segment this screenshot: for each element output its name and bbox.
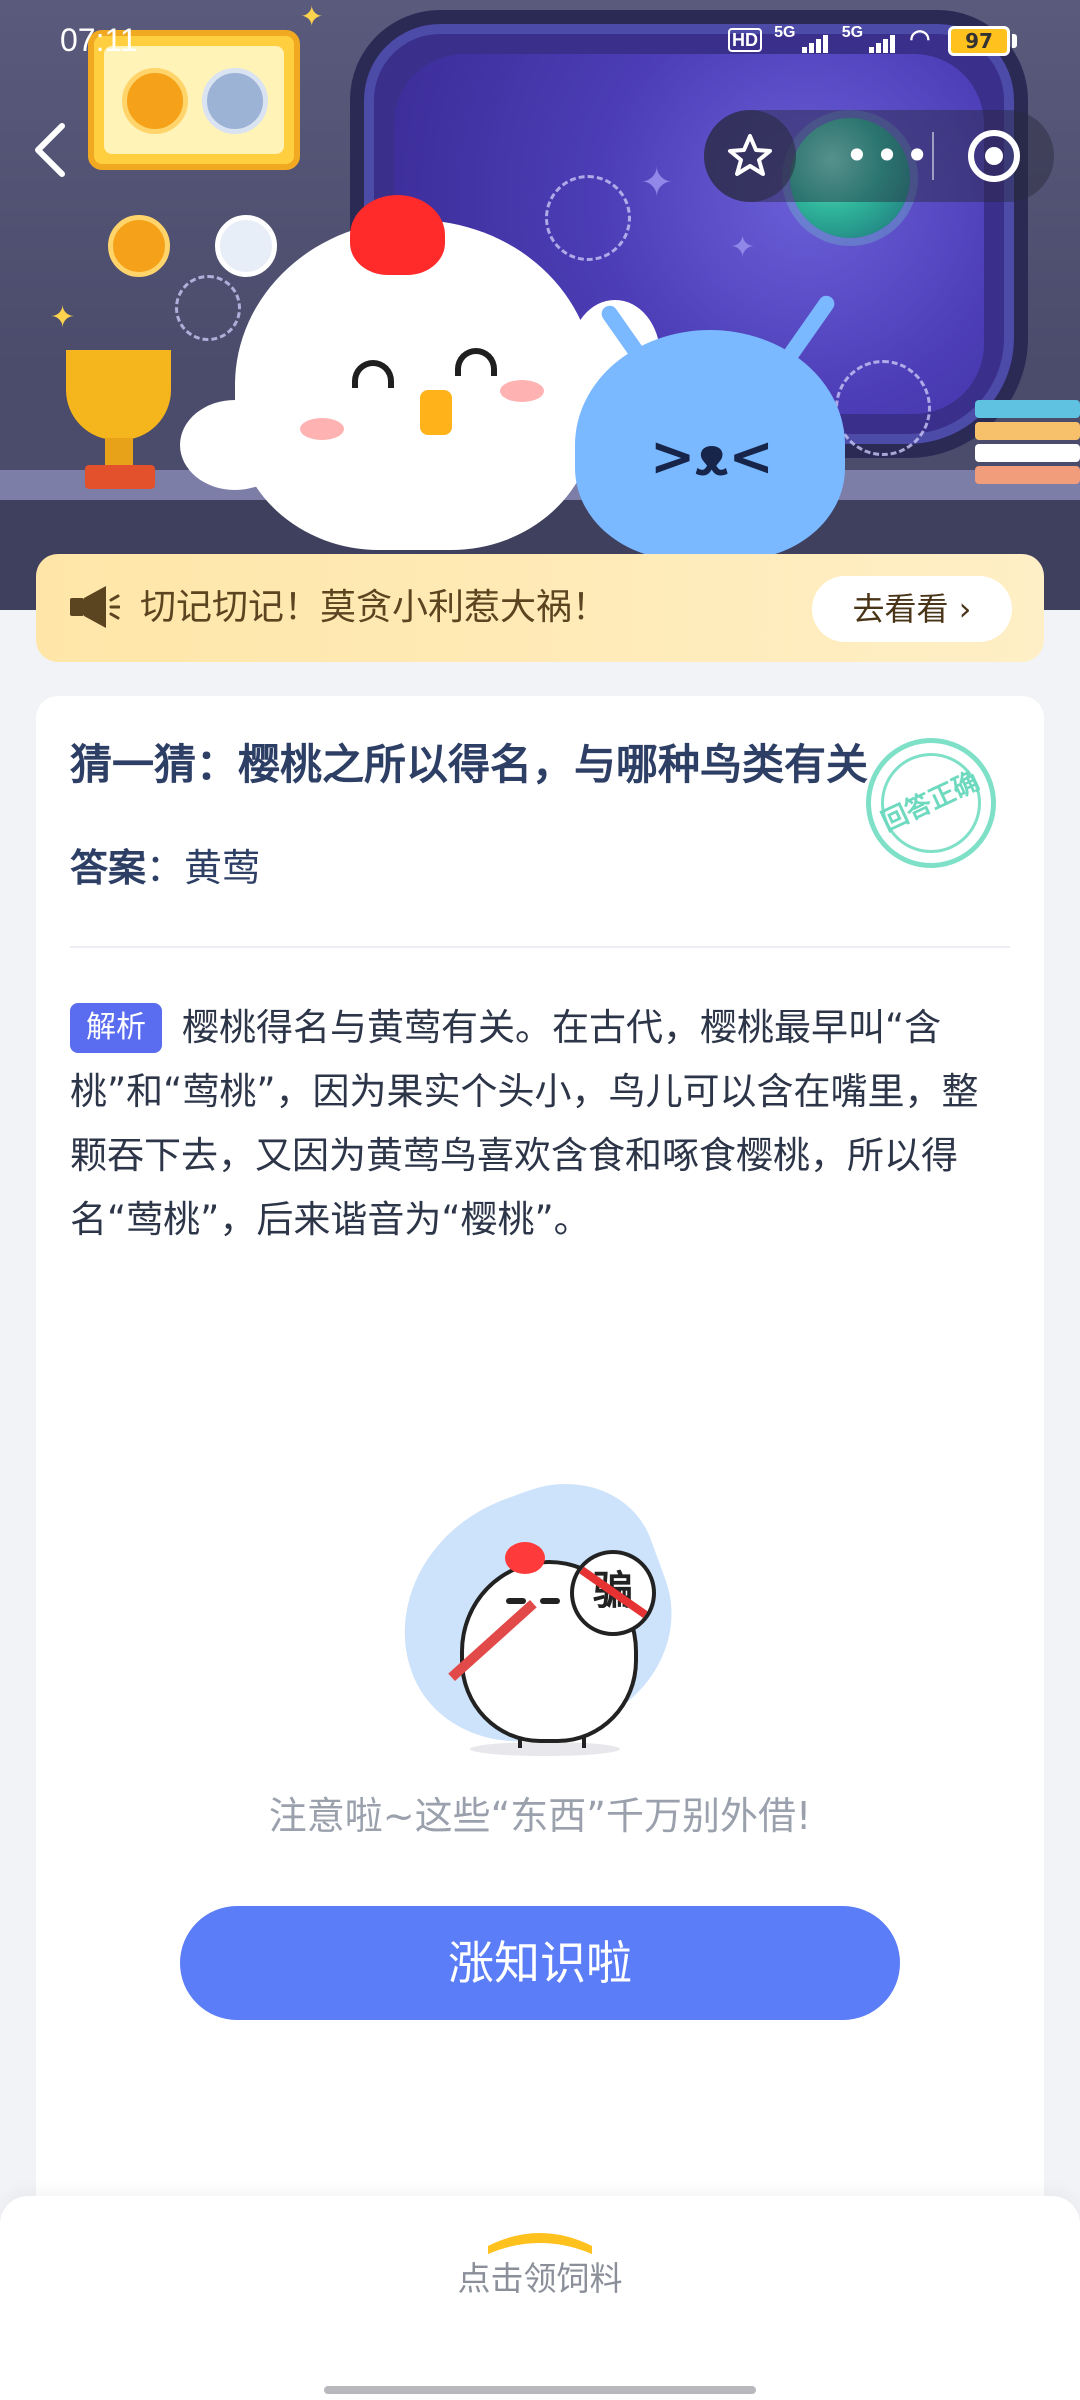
answer-value: 黄莺 — [184, 846, 261, 890]
no-scam-sign: 骗 — [570, 1550, 656, 1636]
dashed-orbit — [175, 275, 241, 341]
star-outline-icon — [728, 134, 772, 176]
chicken-comb — [350, 195, 445, 275]
sparkle-icon: ✦ — [640, 160, 674, 206]
book-stack — [975, 400, 1080, 490]
signal-icon — [869, 27, 897, 53]
dashed-orbit — [835, 360, 931, 456]
learn-more-button[interactable]: 涨知识啦 — [180, 1906, 900, 2020]
status-time: 07:11 — [60, 22, 138, 58]
divider — [70, 946, 1010, 948]
more-button[interactable]: • • • — [840, 110, 930, 202]
sparkle-icon: ✦ — [50, 300, 76, 335]
feed-bowl-icon[interactable] — [480, 2218, 600, 2258]
trophy-icon — [66, 350, 171, 440]
sparkle-icon: ✦ — [300, 0, 324, 33]
network-5g-label: 5G — [841, 24, 864, 41]
sign-char: 骗 — [593, 1568, 633, 1614]
battery-icon: 97 — [948, 26, 1010, 56]
analysis-text: 樱桃得名与黄莺有关。在古代，樱桃最早叫“含桃”和“莺桃”，因为果实个头小，鸟儿可… — [70, 1006, 979, 1241]
trophy-base — [85, 465, 155, 489]
battery-tip — [1012, 34, 1017, 48]
chick-eye — [506, 1598, 526, 1604]
favorite-button[interactable] — [704, 110, 796, 202]
alien-face: >ᴥ< — [650, 425, 774, 488]
chevron-left-icon — [35, 123, 65, 177]
signal-icon — [801, 27, 830, 53]
megaphone-icon — [70, 586, 120, 628]
answer-label: 答案 — [70, 846, 147, 890]
back-button[interactable] — [30, 120, 90, 190]
status-icons: HD 5G 5G ◠ — [728, 24, 930, 53]
dashed-orbit — [545, 175, 631, 261]
target-circle-icon — [985, 147, 1003, 165]
analysis-block: 解析 樱桃得名与黄莺有关。在古代，樱桃最早叫“含桃”和“莺桃”，因为果实个头小，鸟… — [70, 996, 1010, 1252]
header-illustration: ✦ ✦ ✦ ✦ >ᴥ< — [0, 0, 1080, 610]
claim-feed-button[interactable]: 点击领饲料 — [0, 2254, 1080, 2304]
wifi-icon: ◠ — [909, 25, 931, 52]
question-card — [36, 696, 1044, 2256]
silver-medal-icon — [202, 68, 268, 134]
analysis-tag: 解析 — [70, 1003, 162, 1053]
capsule-divider — [932, 132, 934, 180]
white-medal-icon — [215, 215, 277, 277]
gold-medal-icon — [122, 68, 188, 134]
notice-text: 切记切记！莫贪小利惹大祸！ — [140, 587, 609, 628]
home-indicator[interactable] — [324, 2386, 756, 2394]
network-5g-label: 5G — [774, 24, 796, 41]
chick-eye — [540, 1598, 560, 1604]
question-title: 猜一猜：樱桃之所以得名，与哪种鸟类有关 — [70, 740, 869, 789]
trophy-stem — [105, 438, 133, 468]
bronze-medal-icon — [108, 215, 170, 277]
more-dots-icon: • • • — [844, 131, 929, 180]
go-see-button[interactable]: 去看看 › — [812, 576, 1012, 642]
hd-label: HD — [728, 28, 762, 52]
close-miniapp-button[interactable] — [968, 130, 1020, 182]
answer-row: 答案：黄莺 — [70, 836, 260, 900]
chicken-cheek — [300, 418, 344, 440]
tip-text[interactable]: 注意啦~这些“东西”千万别外借! — [0, 1786, 1080, 1846]
chicken-cheek — [500, 380, 544, 402]
answer-separator: ： — [146, 846, 185, 890]
chicken-beak — [420, 390, 452, 435]
sparkle-icon: ✦ — [730, 230, 756, 265]
chick-comb — [505, 1542, 545, 1574]
